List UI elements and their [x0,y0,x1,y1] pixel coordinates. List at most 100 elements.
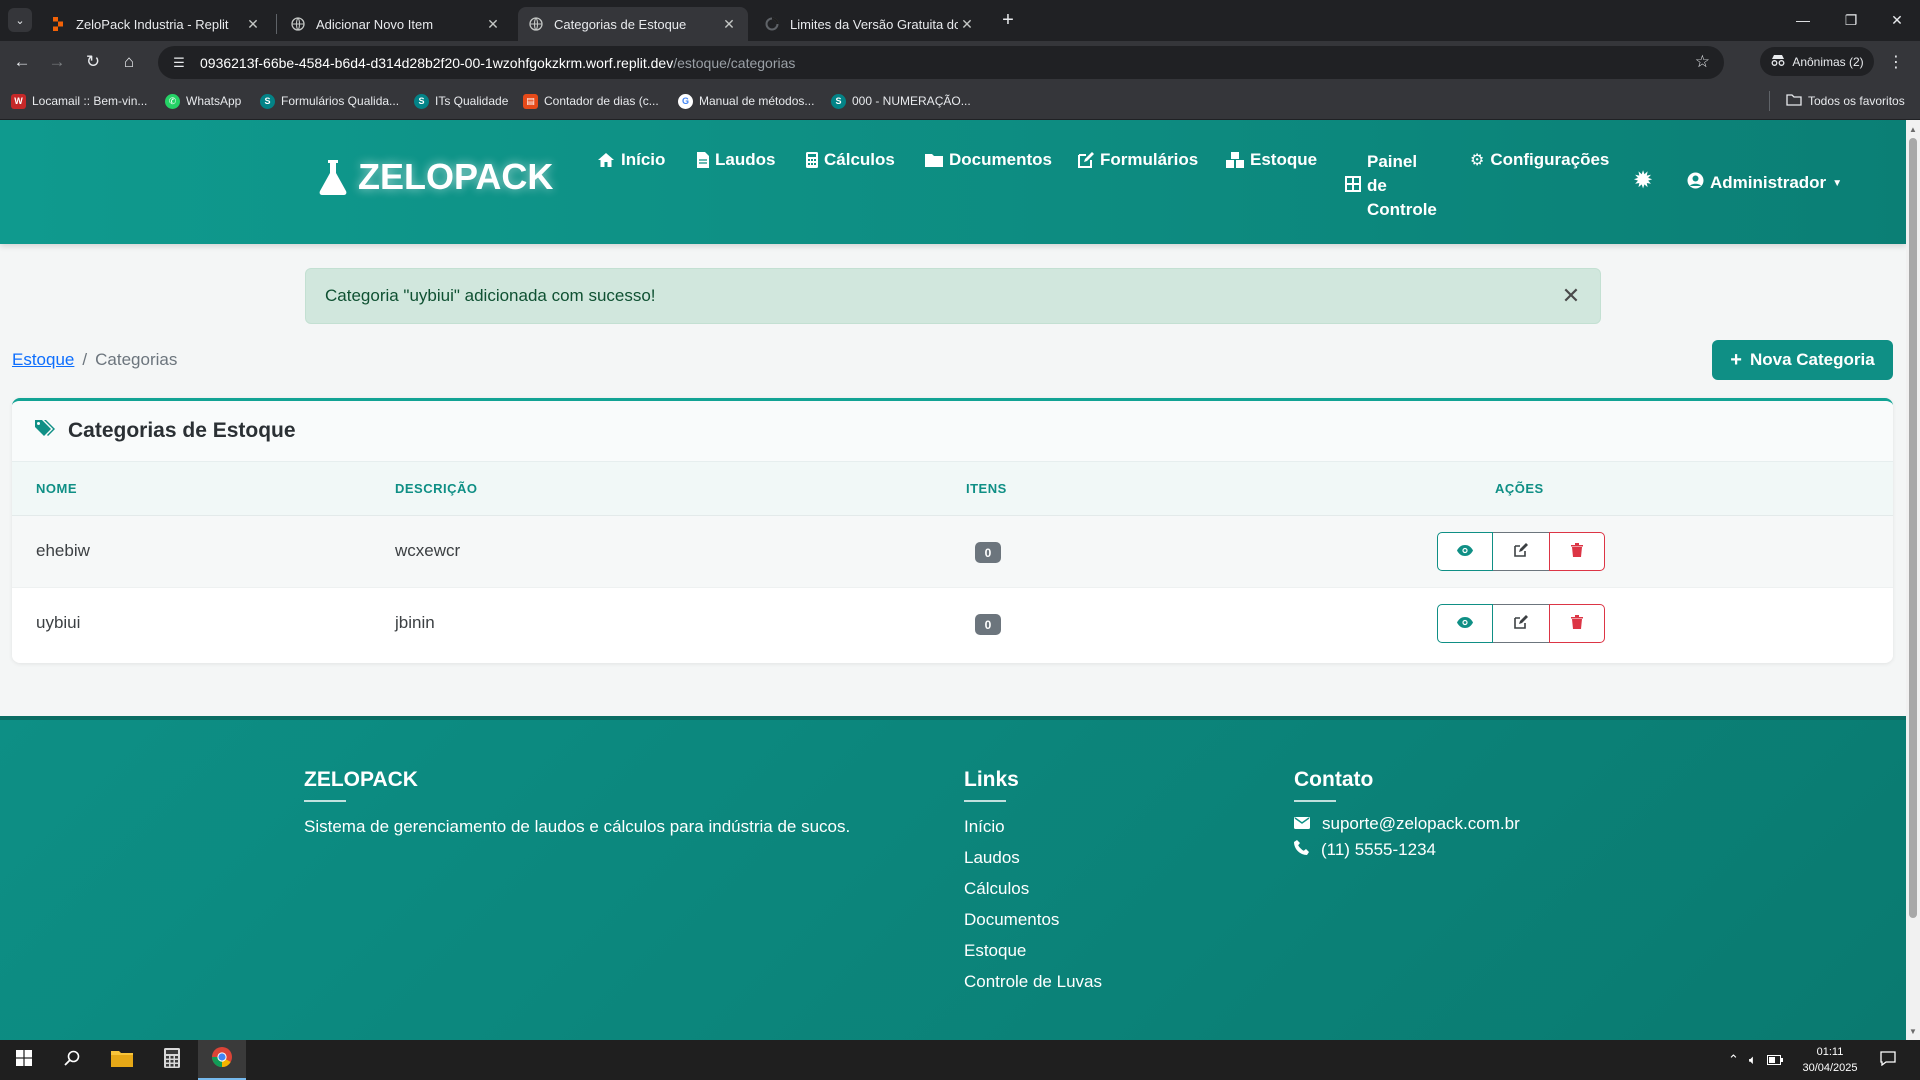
star-icon[interactable]: ☆ [1695,52,1710,72]
gears-icon: ⚙ [1470,152,1485,169]
system-clock[interactable]: 01:11 30/04/2025 [1790,1044,1870,1076]
view-button[interactable] [1437,604,1493,643]
footer-link-documentos[interactable]: Documentos [964,910,1102,930]
bookmark-contador[interactable]: ▤ Contador de dias (c... [523,91,659,111]
calculator-icon [806,152,818,168]
breadcrumb-current: Categorias [95,350,178,369]
contact-email[interactable]: suporte@zelopack.com.br [1294,814,1520,834]
notifications-button[interactable] [1868,1040,1908,1080]
delete-button[interactable] [1549,532,1605,571]
new-tab-button[interactable]: + [994,8,1022,32]
contact-phone[interactable]: (11) 5555-1234 [1294,840,1520,860]
tab-search-button[interactable]: ⌄ [8,8,32,32]
start-button[interactable] [0,1040,48,1080]
footer-contact-title: Contato [1294,768,1374,791]
view-button[interactable] [1437,532,1493,571]
card-title: Categorias de Estoque [68,419,296,442]
divider [1294,800,1336,802]
battery-icon[interactable] [1766,1053,1783,1068]
nav-inicio[interactable]: Início [597,150,665,170]
close-icon[interactable]: ✕ [484,15,502,33]
nova-categoria-button[interactable]: + Nova Categoria [1712,340,1893,380]
tab-adicionar-item[interactable]: Adicionar Novo Item ✕ [280,7,512,41]
close-icon[interactable]: ✕ [1558,283,1584,309]
scroll-down-icon[interactable]: ▼ [1909,1026,1917,1036]
chevron-up-icon[interactable]: ⌃ [1728,1052,1739,1068]
footer-link-controle-luvas[interactable]: Controle de Luvas [964,972,1102,992]
footer-link-calculos[interactable]: Cálculos [964,879,1102,899]
nav-label: Controle [1367,200,1437,219]
nav-estoque[interactable]: Estoque [1226,150,1317,170]
tags-icon [34,419,56,443]
nav-laudos[interactable]: Laudos [697,150,775,170]
edit-button[interactable] [1493,532,1549,571]
url-text[interactable]: 0936213f-66be-4584-b6d4-d314d28b2f20-00-… [200,55,795,71]
tab-zelopack-replit[interactable]: ZeloPack Industria - Replit ✕ [40,7,272,41]
search-icon [64,1050,80,1071]
tab-categorias-estoque[interactable]: Categorias de Estoque ✕ [518,7,748,41]
tab-label: Categorias de Estoque [554,16,687,32]
close-icon[interactable]: ✕ [244,15,262,33]
bookmark-numeracao[interactable]: S 000 - NUMERAÇÃO... [831,91,971,111]
minimize-button[interactable]: — [1780,0,1826,40]
scroll-up-icon[interactable]: ▲ [1909,124,1917,134]
breadcrumb-link-estoque[interactable]: Estoque [12,350,74,370]
scrollbar-thumb[interactable] [1909,138,1917,918]
chrome-taskbar-button[interactable] [198,1040,246,1080]
close-window-button[interactable]: ✕ [1874,0,1920,40]
button-label: Nova Categoria [1749,350,1875,369]
nav-formularios[interactable]: Formulários [1078,150,1198,170]
close-icon[interactable]: ✕ [720,15,738,33]
search-button[interactable] [48,1040,96,1080]
close-icon[interactable]: ✕ [958,15,976,33]
forward-button[interactable]: → [42,47,72,77]
user-menu-dropdown[interactable]: Administrador ▼ [1687,172,1842,194]
site-info-icon[interactable]: ☰ [164,48,194,78]
all-bookmarks-button[interactable]: Todos os favoritos [1786,91,1905,111]
browser-menu-icon[interactable]: ⋮ [1884,49,1908,75]
file-explorer-button[interactable] [98,1040,146,1080]
incognito-profile-button[interactable]: Anônimas (2) [1760,47,1874,76]
tab-limites-versao[interactable]: Limites da Versão Gratuita do G ✕ [754,7,986,41]
footer-link-laudos[interactable]: Laudos [964,848,1102,868]
bookmark-its-qualidade[interactable]: S ITs Qualidade [414,91,508,111]
clock-time: 01:11 [1816,1046,1844,1058]
calculator-app-button[interactable] [148,1040,196,1080]
volume-icon[interactable]: 🔈︎ [1749,1052,1757,1068]
bookmark-whatsapp[interactable]: ✆ WhatsApp [165,91,241,111]
nav-painel-controle[interactable]: Painel de Controle [1345,150,1445,222]
breadcrumb-separator: / [82,350,88,369]
eye-icon [1457,615,1473,632]
locamail-icon: W [11,93,26,109]
nav-label: Laudos [715,150,776,169]
page-scrollbar[interactable]: ▲ ▼ [1906,120,1920,1040]
bookmark-locamail[interactable]: W Locamail :: Bem-vin... [11,91,147,111]
tab-label: Adicionar Novo Item [316,16,434,32]
reload-button[interactable]: ↻ [78,47,108,77]
home-button[interactable]: ⌂ [114,47,144,77]
bookmark-label: Formulários Qualida... [281,94,400,108]
footer-link-inicio[interactable]: Início [964,817,1102,837]
delete-button[interactable] [1549,604,1605,643]
table-row: ehebiw wcxewcr 0 [12,516,1893,588]
footer-links: Links Início Laudos Cálculos Documentos … [964,768,1102,992]
bookmark-formularios[interactable]: S Formulários Qualida... [260,91,399,111]
nav-documentos[interactable]: Documentos [925,150,1052,170]
restore-button[interactable]: ❐ [1828,0,1874,40]
footer-link-estoque[interactable]: Estoque [964,941,1102,961]
address-bar[interactable]: ☰ 0936213f-66be-4584-b6d4-d314d28b2f20-0… [158,46,1724,79]
google-icon: G [678,93,693,109]
browser-tab-strip: ⌄ ZeloPack Industria - Replit ✕ Adiciona… [0,0,1920,41]
windows-icon [16,1049,32,1071]
nav-calculos[interactable]: Cálculos [806,150,895,170]
row-actions [1437,532,1605,571]
footer-about: ZELOPACK Sistema de gerenciamento de lau… [304,768,850,837]
edit-button[interactable] [1493,604,1549,643]
brand-logo[interactable]: ZELOPACK [318,156,553,198]
back-button[interactable]: ← [7,47,37,77]
bookmark-manual[interactable]: G Manual de métodos... [678,91,814,111]
nav-configuracoes[interactable]: ⚙ Configurações [1470,150,1609,170]
caret-down-icon: ▼ [1832,177,1843,189]
sharepoint-icon: S [831,93,846,109]
theme-settings-icon[interactable]: ✹ [1633,166,1653,195]
